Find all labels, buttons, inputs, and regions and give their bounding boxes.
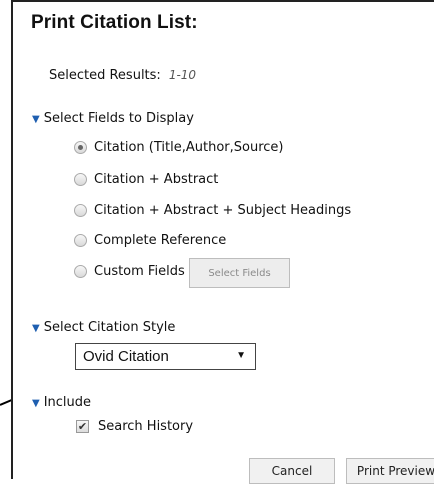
include-section-header[interactable]: ▼ Include: [32, 395, 91, 410]
include-section-heading: Include: [43, 395, 92, 410]
search-history-option[interactable]: ✔ Search History: [76, 419, 193, 434]
radio-button-icon[interactable]: [74, 234, 87, 247]
dialog-title: Print Citation List:: [31, 12, 198, 33]
radio-label: Complete Reference: [94, 233, 227, 248]
radio-citation[interactable]: Citation (Title,Author,Source): [74, 140, 283, 155]
radio-label: Custom Fields: [94, 264, 185, 279]
citation-style-value: Ovid Citation: [83, 348, 169, 365]
selected-results-value: 1-10: [168, 68, 197, 82]
collapse-triangle-icon: ▼: [32, 398, 40, 409]
selected-results-label: Selected Results:: [49, 68, 161, 83]
style-section-heading: Select Citation Style: [43, 320, 176, 335]
radio-button-icon[interactable]: [74, 204, 87, 217]
search-history-label: Search History: [98, 419, 194, 434]
radio-label: Citation (Title,Author,Source): [94, 140, 284, 155]
collapse-triangle-icon: ▼: [32, 323, 40, 334]
chevron-down-icon: ▼: [236, 350, 246, 361]
radio-label: Citation + Abstract + Subject Headings: [94, 203, 352, 218]
print-preview-button[interactable]: Print Preview: [346, 458, 434, 484]
radio-button-icon[interactable]: [74, 265, 87, 278]
radio-custom-fields[interactable]: Custom Fields: [74, 264, 185, 279]
selected-results: Selected Results: 1-10: [49, 68, 196, 83]
checkbox-checked-icon[interactable]: ✔: [76, 420, 89, 433]
radio-button-icon[interactable]: [74, 141, 87, 154]
cancel-button[interactable]: Cancel: [249, 458, 335, 484]
radio-button-icon[interactable]: [74, 173, 87, 186]
radio-citation-abstract[interactable]: Citation + Abstract: [74, 172, 218, 187]
fields-section-heading: Select Fields to Display: [43, 111, 194, 126]
style-section-header[interactable]: ▼ Select Citation Style: [32, 320, 175, 335]
print-citation-dialog: Print Citation List: X Selected Results:…: [11, 0, 434, 484]
radio-complete-reference[interactable]: Complete Reference: [74, 233, 226, 248]
select-fields-button[interactable]: Select Fields: [189, 258, 290, 288]
citation-style-select[interactable]: Ovid Citation ▼: [75, 343, 256, 370]
collapse-triangle-icon: ▼: [32, 114, 40, 125]
fields-section-header[interactable]: ▼ Select Fields to Display: [32, 111, 194, 126]
radio-citation-abstract-subject[interactable]: Citation + Abstract + Subject Headings: [74, 203, 351, 218]
radio-label: Citation + Abstract: [94, 172, 219, 187]
